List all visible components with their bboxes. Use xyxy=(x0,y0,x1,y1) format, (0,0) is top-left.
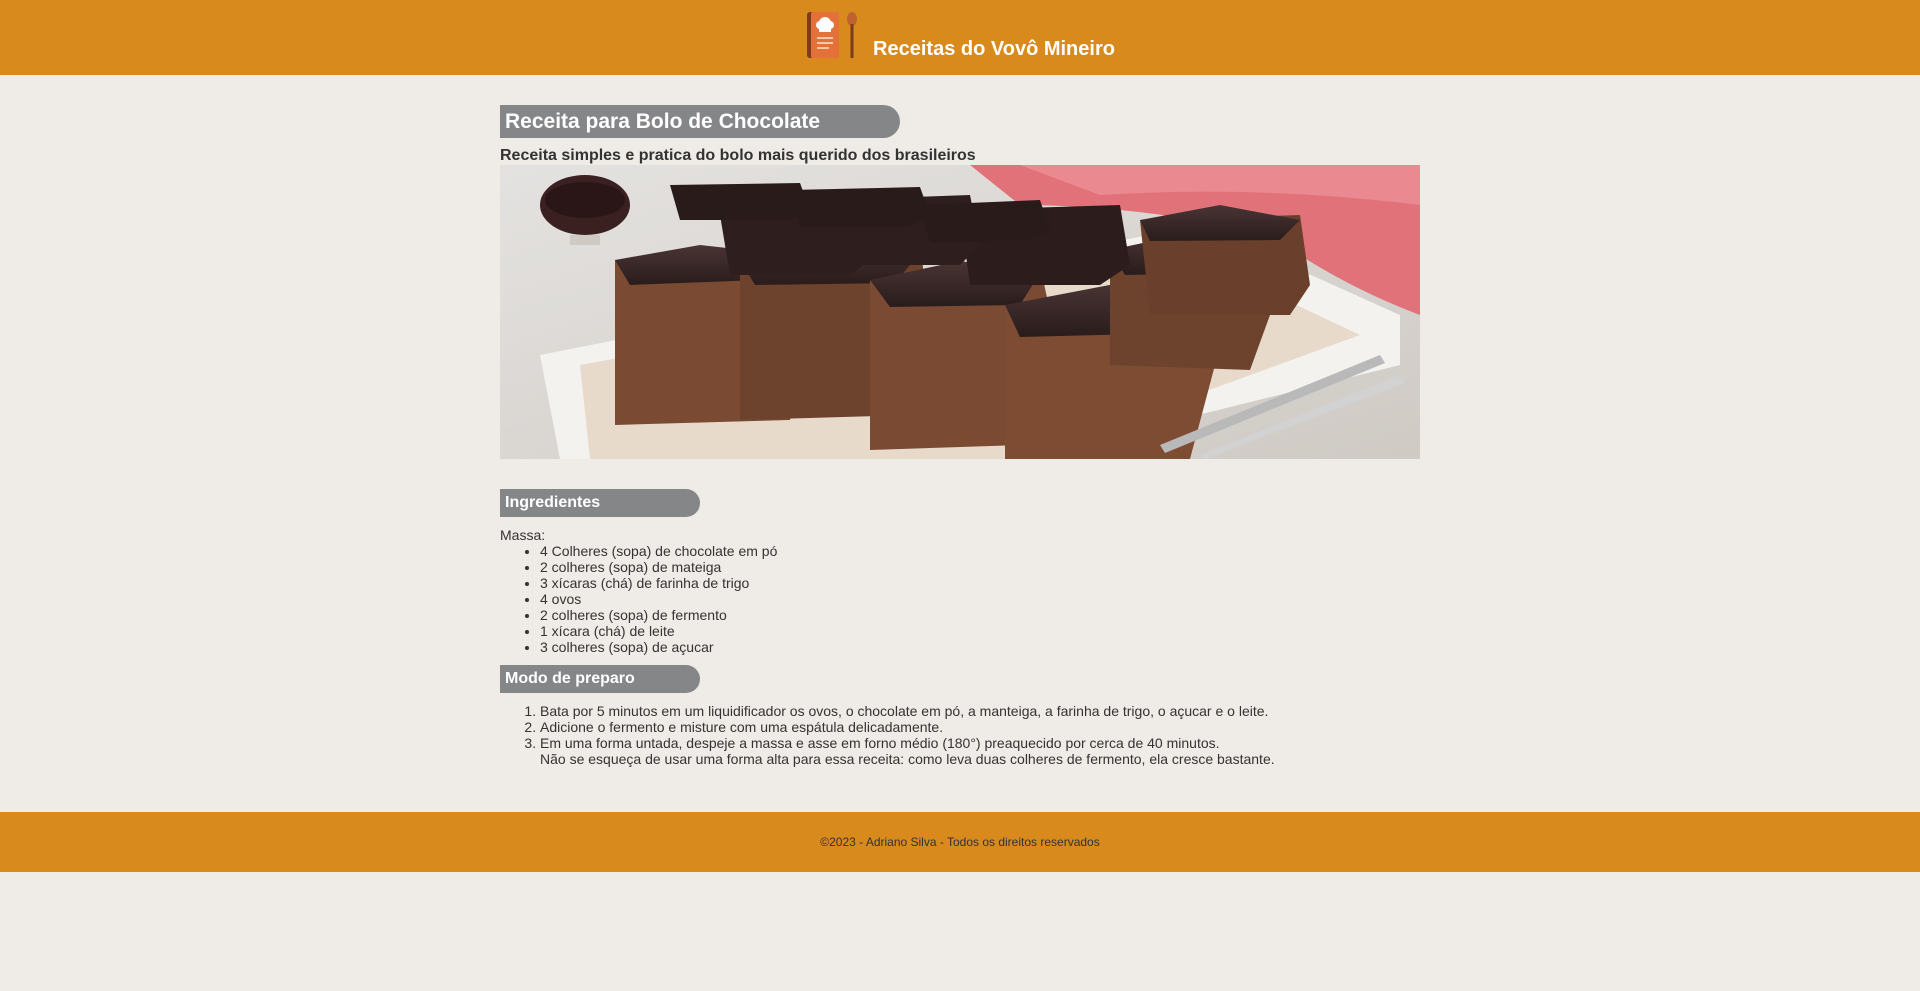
main-content: Receita para Bolo de Chocolate Receita s… xyxy=(500,105,1420,767)
recipe-subtitle: Receita simples e pratica do bolo mais q… xyxy=(500,147,976,164)
step-item: Em uma forma untada, despeje a massa e a… xyxy=(540,735,1420,767)
recipe-book-icon xyxy=(805,10,859,62)
ingredient-item: 4 ovos xyxy=(540,591,1420,607)
preparation-steps: Bata por 5 minutos em um liquidificador … xyxy=(500,703,1420,767)
step-note: Não se esqueça de usar uma forma alta pa… xyxy=(540,751,1275,767)
copyright-text: ©2023 - Adriano Silva - Todos os direito… xyxy=(820,835,1100,849)
ingredients-group-label: Massa: xyxy=(500,527,546,543)
brand[interactable]: Receitas do Vovô Mineiro xyxy=(805,11,1115,62)
chocolate-cake-photo xyxy=(500,165,1420,459)
recipe-title: Receita para Bolo de Chocolate xyxy=(500,105,900,138)
step-text: Em uma forma untada, despeje a massa e a… xyxy=(540,735,1220,751)
ingredients-heading: Ingredientes xyxy=(500,489,700,517)
ingredient-item: 4 Colheres (sopa) de chocolate em pó xyxy=(540,543,1420,559)
step-item: Adicione o fermento e misture com uma es… xyxy=(540,719,1420,735)
ingredient-item: 1 xícara (chá) de leite xyxy=(540,623,1420,639)
site-header: Receitas do Vovô Mineiro xyxy=(0,0,1920,75)
preparation-heading: Modo de preparo xyxy=(500,665,700,693)
ingredient-item: 2 colheres (sopa) de mateiga xyxy=(540,559,1420,575)
ingredients-list: 4 Colheres (sopa) de chocolate em pó 2 c… xyxy=(500,543,1420,655)
site-title[interactable]: Receitas do Vovô Mineiro xyxy=(873,38,1115,61)
ingredient-item: 2 colheres (sopa) de fermento xyxy=(540,607,1420,623)
step-item: Bata por 5 minutos em um liquidificador … xyxy=(540,703,1420,719)
ingredient-item: 3 xícaras (chá) de farinha de trigo xyxy=(540,575,1420,591)
ingredient-item: 3 colheres (sopa) de açucar xyxy=(540,639,1420,655)
site-footer: ©2023 - Adriano Silva - Todos os direito… xyxy=(0,812,1920,872)
